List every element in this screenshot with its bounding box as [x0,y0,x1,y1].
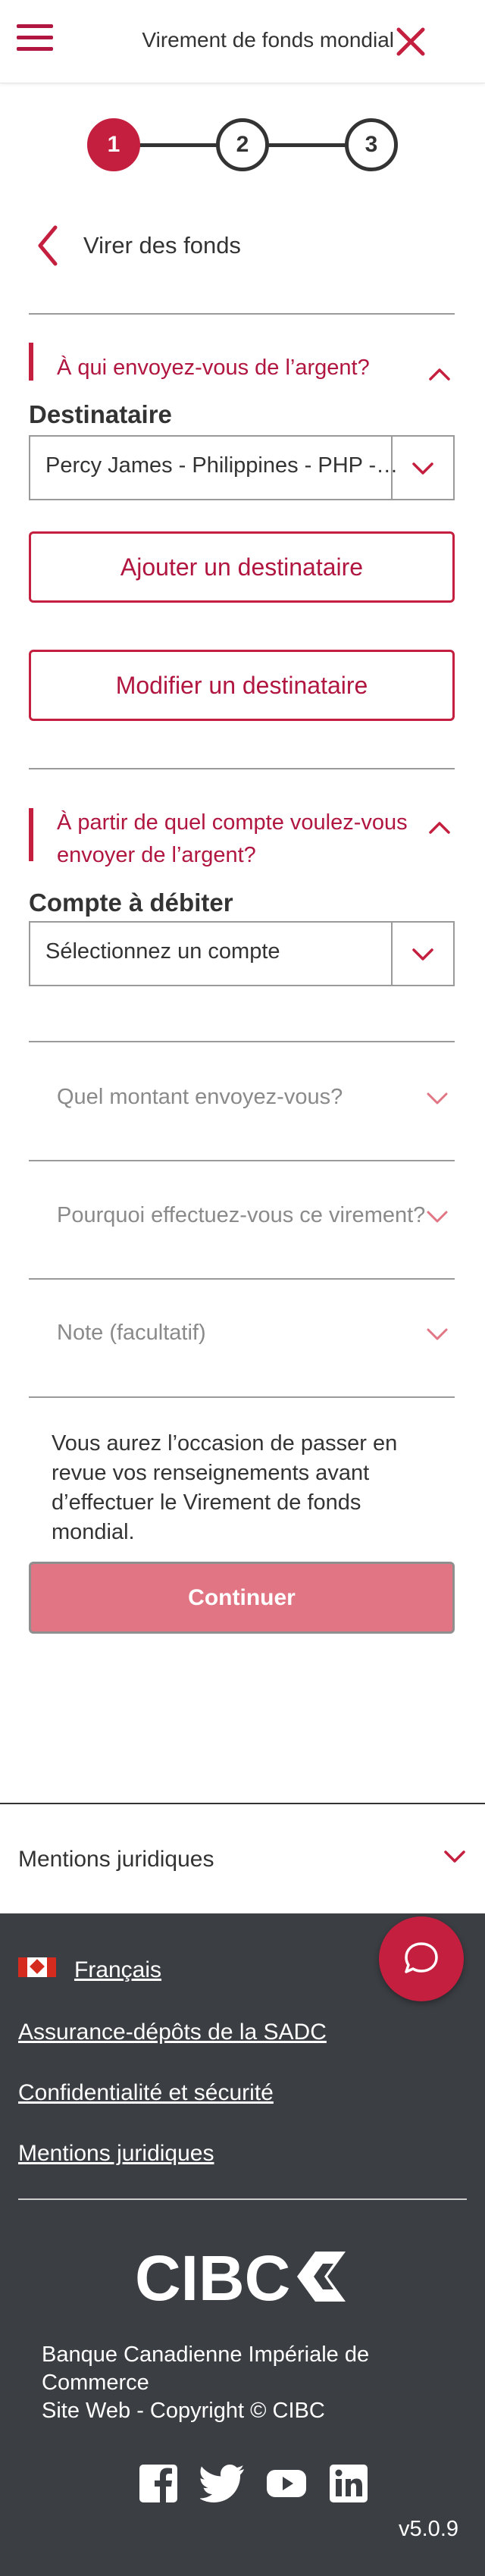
edit-recipient-button[interactable]: Modifier un destinataire [29,650,455,721]
step-2: 2 [216,118,269,171]
page-title: Virement de fonds mondial [142,28,394,52]
note-section-header[interactable]: Note (facultatif) [57,1321,206,1346]
recipient-select[interactable]: Percy James - Philippines - PHP - 123456… [29,435,455,500]
amount-section-header[interactable]: Quel montant envoyez-vous? [57,1085,343,1110]
debit-account-field-label: Compte à débiter [29,888,233,917]
copyright: Site Web - Copyright © CIBC [42,2399,325,2423]
language-link[interactable]: Français [74,1957,161,1983]
divider [29,768,455,769]
debit-account-select-value: Sélectionnez un compte [45,939,280,964]
canada-flag-icon [18,1957,56,1977]
divider [29,1160,455,1161]
section-accent-bar [29,343,33,381]
cibc-logo: CIBC [135,2242,346,2311]
chevron-down-icon [412,462,433,475]
legal-accordion-header[interactable]: Mentions juridiques [18,1847,214,1872]
app-version: v5.0.9 [399,2517,458,2541]
close-icon[interactable] [394,25,427,58]
back-chevron-icon[interactable] [36,224,59,267]
chevron-down-icon[interactable] [426,1327,449,1341]
recipient-select-value: Percy James - Philippines - PHP - 123456… [45,453,402,478]
recipient-field-label: Destinataire [29,400,172,428]
continue-button[interactable]: Continuer [29,1562,455,1634]
divider [29,1278,455,1280]
legal-divider [0,1803,485,1804]
company-info: Banque Canadienne Impériale de Commerce … [42,2341,436,2425]
divider [29,1396,455,1398]
footer-link-cdic[interactable]: Assurance-dépôts de la SADC [18,2020,327,2045]
reason-section-header[interactable]: Pourquoi effectuez-vous ce virement? [57,1203,425,1228]
company-name-line1: Banque Canadienne Impériale de [42,2343,370,2367]
back-link[interactable]: Virer des fonds [83,232,241,259]
facebook-icon[interactable] [137,2462,180,2505]
cibc-logo-text: CIBC [135,2242,290,2311]
chat-button[interactable] [379,1916,464,2001]
chevron-down-icon[interactable] [443,1850,466,1863]
chevron-down-icon[interactable] [426,1092,449,1105]
account-section-title-line2: envoyer de l’argent? [57,843,256,867]
review-note: Vous aurez l’occasion de passer en revue… [52,1431,398,1544]
footer-divider [18,2198,467,2200]
recipient-section-title[interactable]: À qui envoyez-vous de l’argent? [57,352,370,384]
chevron-up-icon[interactable] [428,368,451,381]
debit-account-select[interactable]: Sélectionnez un compte [29,921,455,986]
chevron-up-icon[interactable] [428,821,451,835]
twitter-icon[interactable] [200,2462,246,2505]
select-separator [391,923,393,985]
step-1: 1 [87,118,140,171]
account-section-title[interactable]: À partir de quel compte voulez-vous envo… [57,807,408,872]
youtube-icon[interactable] [265,2462,308,2505]
select-separator [391,437,393,499]
add-recipient-button[interactable]: Ajouter un destinataire [29,531,455,603]
company-name-line2: Commerce [42,2371,149,2395]
divider [29,313,455,315]
stepper-connector [268,143,356,147]
account-section-title-line1: À partir de quel compte voulez-vous [57,810,408,835]
section-accent-bar [29,808,33,861]
menu-icon[interactable] [17,23,55,53]
footer-link-privacy[interactable]: Confidentialité et sécurité [18,2080,274,2106]
footer-link-legal[interactable]: Mentions juridiques [18,2141,214,2167]
divider [29,1041,455,1042]
step-3: 3 [345,118,398,171]
chevron-down-icon [412,948,433,961]
stepper-connector [139,143,227,147]
chevron-down-icon[interactable] [426,1210,449,1224]
linkedin-icon[interactable] [327,2462,370,2505]
chat-bubble-icon [405,1942,438,1973]
